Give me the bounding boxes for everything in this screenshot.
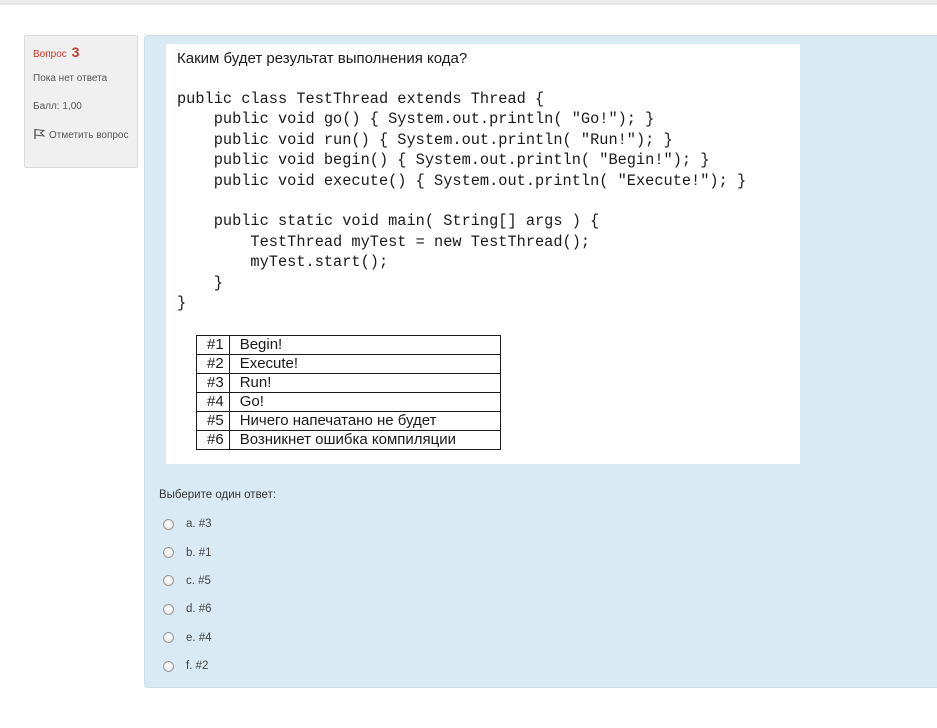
- answer-prompt: Выберите один ответ:: [159, 489, 277, 501]
- option-value: Ничего напечатано не будет: [228, 411, 501, 431]
- code-line: }: [177, 273, 223, 292]
- code-block: public class TestThread extends Thread {…: [177, 89, 746, 313]
- answer-option-d[interactable]: d. #6: [163, 595, 212, 623]
- answer-label[interactable]: c. #5: [186, 575, 211, 587]
- answer-option-b[interactable]: b. #1: [163, 538, 212, 566]
- question-grade: Балл: 1,00: [33, 101, 82, 112]
- top-strip: [0, 0, 937, 5]
- option-value: Execute!: [228, 354, 501, 374]
- question-number: Вопрос 3: [33, 44, 129, 60]
- answer-option-a[interactable]: a. #3: [163, 510, 212, 538]
- table-row: #3 Run!: [196, 373, 501, 393]
- option-key: #6: [196, 430, 230, 450]
- radio-button[interactable]: [163, 603, 174, 615]
- flag-question-link[interactable]: Отметить вопрос: [33, 126, 133, 146]
- answer-option-c[interactable]: c. #5: [163, 567, 212, 595]
- option-key: #5: [196, 411, 230, 431]
- option-key: #4: [196, 392, 230, 412]
- flag-icon: [33, 128, 47, 140]
- table-row: #4 Go!: [196, 392, 501, 412]
- radio-button[interactable]: [163, 575, 174, 587]
- question-info-panel: Вопрос 3 Пока нет ответа Балл: 1,00 Отме…: [24, 35, 138, 168]
- answer-label[interactable]: b. #1: [186, 547, 212, 559]
- code-line: TestThread myTest = new TestThread();: [177, 232, 591, 251]
- radio-button[interactable]: [163, 660, 174, 672]
- radio-button[interactable]: [163, 547, 174, 559]
- question-state: Пока нет ответа: [33, 73, 108, 84]
- code-line: public void execute() { System.out.print…: [177, 171, 747, 190]
- option-value: Возникнет ошибка компиляции: [228, 430, 501, 450]
- answer-option-e[interactable]: e. #4: [163, 624, 212, 652]
- flag-label: Отметить вопрос: [49, 130, 129, 141]
- answer-label[interactable]: e. #4: [186, 632, 212, 644]
- answer-list: a. #3 b. #1 c. #5 d. #6 e. #4 f. #2: [163, 510, 212, 680]
- table-row: #5 Ничего напечатано не будет: [196, 411, 501, 431]
- code-line: }: [177, 293, 187, 312]
- question-text: Каким будет результат выполнения кода? p…: [166, 44, 800, 464]
- question-label: Вопрос: [33, 49, 67, 60]
- option-key: #3: [196, 373, 230, 393]
- answer-label[interactable]: d. #6: [186, 603, 212, 615]
- answer-label[interactable]: a. #3: [186, 518, 212, 530]
- answer-label[interactable]: f. #2: [186, 660, 208, 672]
- option-value: Begin!: [228, 335, 501, 355]
- option-key: #2: [196, 354, 230, 374]
- options-table: #1 Begin! #2 Execute! #3 Run! #4 Go! #5 …: [196, 335, 501, 450]
- option-value: Run!: [228, 373, 501, 393]
- question-title: Каким будет результат выполнения кода?: [177, 50, 468, 67]
- code-line: public void begin() { System.out.println…: [177, 151, 710, 170]
- code-line: myTest.start();: [177, 253, 389, 272]
- option-value: Go!: [228, 392, 501, 412]
- code-line: public class TestThread extends Thread {: [177, 90, 545, 108]
- code-line: public void go() { System.out.println( "…: [177, 110, 655, 129]
- table-row: #1 Begin!: [196, 335, 501, 355]
- question-formulation: Каким будет результат выполнения кода? p…: [144, 35, 937, 688]
- radio-button[interactable]: [163, 518, 174, 530]
- table-row: #2 Execute!: [196, 354, 501, 374]
- radio-button[interactable]: [163, 632, 174, 644]
- question-number-value: 3: [71, 44, 80, 60]
- table-row: #6 Возникнет ошибка компиляции: [196, 430, 501, 450]
- code-line: public static void main( String[] args )…: [177, 212, 600, 231]
- option-key: #1: [196, 335, 230, 355]
- code-line: public void run() { System.out.println( …: [177, 130, 673, 149]
- answer-option-f[interactable]: f. #2: [163, 652, 212, 680]
